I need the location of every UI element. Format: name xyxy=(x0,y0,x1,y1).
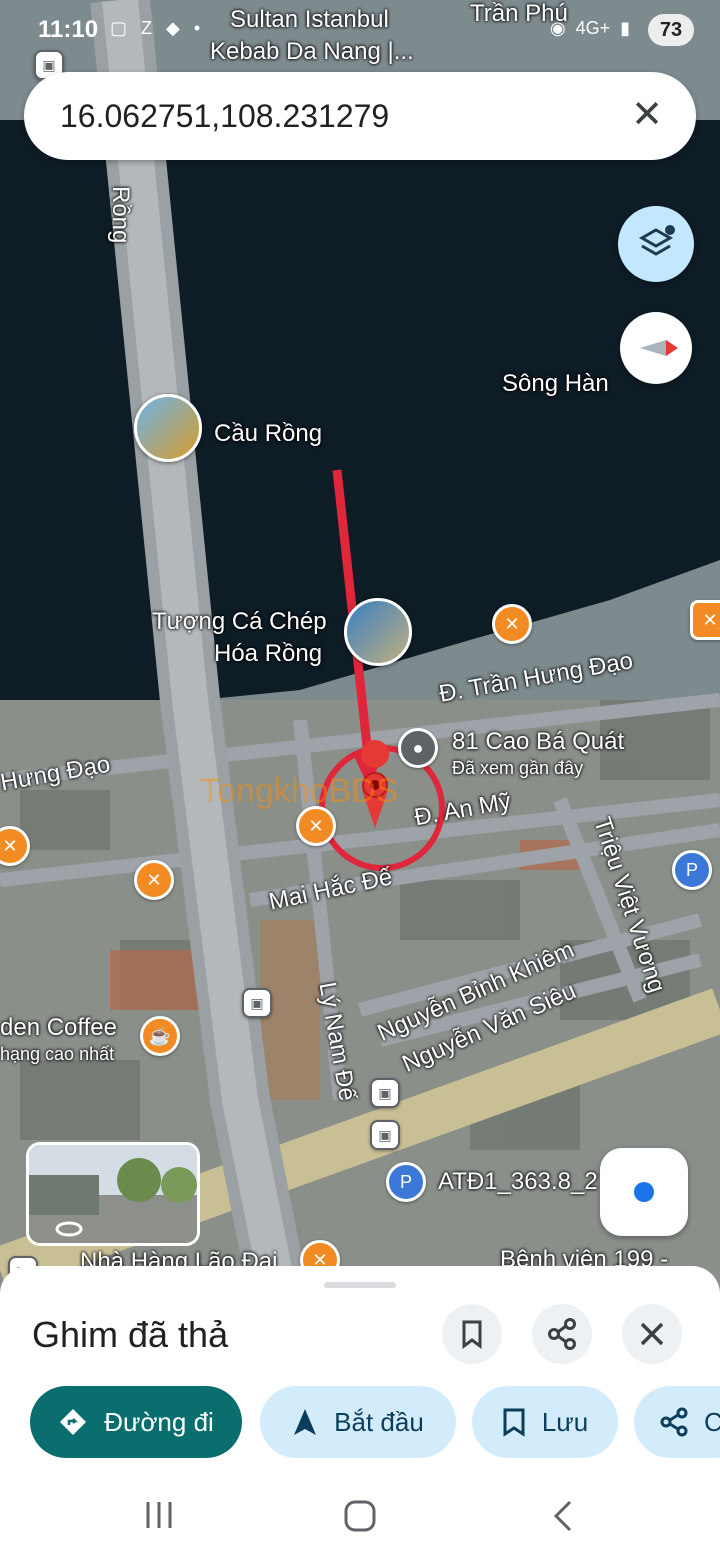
coffee-icon[interactable]: ☕ xyxy=(140,1016,180,1056)
address-label[interactable]: 81 Cao Bá Quát xyxy=(452,728,624,756)
recent-apps-icon[interactable] xyxy=(142,1498,176,1532)
system-nav-bar xyxy=(0,1480,720,1560)
navigation-arrow-icon xyxy=(294,1409,317,1435)
address-sub-label: Đã xem gần đây xyxy=(452,758,584,778)
watermark-text: TongkhoBDS xyxy=(200,772,399,810)
share-icon xyxy=(548,1318,576,1350)
sheet-title: Ghim đã thả xyxy=(32,1314,229,1355)
statue-photo-pin[interactable] xyxy=(344,598,412,666)
compass-icon xyxy=(640,340,678,356)
save-button[interactable] xyxy=(442,1304,502,1364)
bus-stop-icon[interactable]: ▣ xyxy=(370,1078,400,1108)
location-icon: ◉ xyxy=(549,18,566,38)
map-canvas[interactable]: Sultan Istanbul Kebab Da Nang |... Trần … xyxy=(0,0,720,1300)
signal-icon: ▮ xyxy=(620,18,630,38)
close-icon[interactable]: ✕ xyxy=(622,90,672,140)
poi-label-coffee[interactable]: den Coffee xyxy=(0,1014,117,1042)
bus-stop-icon[interactable]: ▣ xyxy=(242,988,272,1018)
restaurant-icon[interactable]: ✕ xyxy=(492,604,532,644)
poi-label-atd[interactable]: ATĐ1_363.8_2 xyxy=(438,1168,598,1196)
network-label: 4G+ xyxy=(575,18,611,38)
street-label-rong: Rồng xyxy=(107,186,134,244)
layers-button[interactable] xyxy=(618,206,694,282)
directions-icon xyxy=(60,1409,87,1435)
status-bar: 11:10 ▢ Z ◆ • ◉ 4G+ ▮ 73 xyxy=(0,0,720,60)
notification-icon: ◆ xyxy=(166,18,180,38)
recent-place-icon[interactable]: ● xyxy=(398,728,438,768)
home-icon[interactable] xyxy=(342,1498,378,1534)
start-button[interactable]: Bắt đầu xyxy=(260,1386,456,1458)
dragon-bridge-photo-pin[interactable] xyxy=(134,394,202,462)
back-icon[interactable] xyxy=(548,1498,578,1534)
poi-label-coffee-sub: hạng cao nhất xyxy=(0,1044,115,1064)
my-location-button[interactable] xyxy=(600,1148,688,1236)
bookmark-icon xyxy=(503,1408,525,1437)
dot-icon: • xyxy=(193,18,201,38)
street-view-image xyxy=(29,1145,197,1243)
search-bar[interactable]: 16.062751,108.231279 ✕ xyxy=(24,72,696,160)
system-icons: ◉ 4G+ ▮ xyxy=(550,18,630,39)
notification-icon: ▢ xyxy=(110,18,128,38)
parking-icon[interactable]: P xyxy=(672,850,712,890)
layers-icon xyxy=(638,225,675,256)
parking-icon[interactable]: P xyxy=(386,1162,426,1202)
directions-button[interactable]: Đường đi xyxy=(30,1386,242,1458)
status-time: 11:10 xyxy=(38,16,99,43)
poi-label-statue-sub: Hóa Rồng xyxy=(214,640,323,667)
share-icon xyxy=(660,1407,688,1437)
bus-stop-icon[interactable]: ▣ xyxy=(370,1120,400,1150)
restaurant-icon[interactable]: ✕ xyxy=(134,860,174,900)
drag-handle[interactable] xyxy=(324,1282,396,1288)
search-input[interactable]: 16.062751,108.231279 xyxy=(60,98,389,135)
bookmark-icon xyxy=(462,1320,482,1349)
share-button[interactable] xyxy=(532,1304,592,1364)
save-chip-button[interactable]: Lưu xyxy=(472,1386,618,1458)
water-label-song-han: Sông Hàn xyxy=(502,370,609,397)
restaurant-icon[interactable]: ✕ xyxy=(296,806,336,846)
close-icon xyxy=(640,1322,664,1346)
start-label: Bắt đầu xyxy=(334,1406,424,1437)
close-sheet-button[interactable] xyxy=(622,1304,682,1364)
battery-indicator: 73 xyxy=(648,14,694,46)
my-location-icon xyxy=(634,1182,654,1202)
directions-label: Đường đi xyxy=(104,1406,214,1437)
poi-label-statue[interactable]: Tượng Cá Chép xyxy=(152,608,327,636)
share-chip-button[interactable]: C xyxy=(634,1386,720,1458)
poi-label-cau-rong[interactable]: Cầu Rồng xyxy=(214,420,322,448)
notification-icons: ▢ Z ◆ • xyxy=(110,18,200,39)
save-label: Lưu xyxy=(541,1406,589,1437)
share-label: C xyxy=(704,1406,720,1437)
restaurant-icon[interactable]: ✕ xyxy=(690,600,720,640)
zalo-icon: Z xyxy=(141,18,153,38)
street-view-thumbnail[interactable] xyxy=(26,1142,200,1246)
compass-button[interactable] xyxy=(620,312,692,384)
